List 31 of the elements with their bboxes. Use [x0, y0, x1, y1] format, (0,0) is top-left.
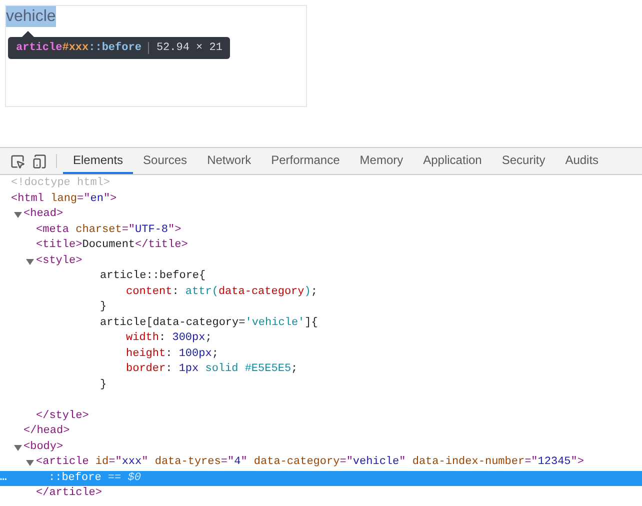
panel-tab[interactable]: Audits [555, 148, 609, 174]
code-line[interactable]: <style> [0, 254, 642, 269]
panel-tab[interactable]: Memory [350, 148, 414, 174]
code-line[interactable]: article::before{ [0, 269, 642, 284]
code-line[interactable]: <html lang="en"> [0, 192, 642, 207]
size-text: 52.94 × 21 [148, 42, 222, 54]
code-line[interactable]: </head> [0, 424, 642, 440]
code-line[interactable]: content: attr(data-category); [0, 284, 642, 300]
code-line[interactable]: article[data-category='vehicle']{ [0, 316, 642, 331]
expand-arrow-icon[interactable] [26, 258, 34, 264]
highlighted-pseudo-text: vehicle [6, 6, 56, 27]
panel-tab[interactable]: Sources [133, 148, 198, 174]
expand-arrow-icon[interactable] [14, 444, 22, 450]
code-line[interactable]: width: 300px; [0, 331, 642, 346]
code-line[interactable]: <title>Document</title> [0, 238, 642, 254]
panel-tab[interactable]: Performance [261, 148, 350, 174]
panel-tab[interactable]: Security [492, 148, 556, 174]
code-line[interactable]: <meta charset="UTF-8"> [0, 222, 642, 238]
selector-text: article#xxx::before [16, 42, 142, 54]
code-line[interactable]: </article> [0, 486, 642, 502]
code-line[interactable]: } [0, 378, 642, 393]
panel-tab[interactable]: Application [413, 148, 492, 174]
expand-arrow-icon[interactable] [14, 212, 22, 218]
panel-tab[interactable]: Elements [63, 148, 134, 174]
code-line[interactable]: <body> [0, 440, 642, 455]
code-line[interactable]: } [0, 300, 642, 316]
code-line[interactable]: height: 100px; [0, 346, 642, 362]
code-line[interactable]: <head> [0, 207, 642, 222]
code-line[interactable]: border: 1px solid #E5E5E5; [0, 362, 642, 378]
panel-tab[interactable]: Network [197, 148, 262, 174]
code-line[interactable]: </style> [0, 408, 642, 424]
